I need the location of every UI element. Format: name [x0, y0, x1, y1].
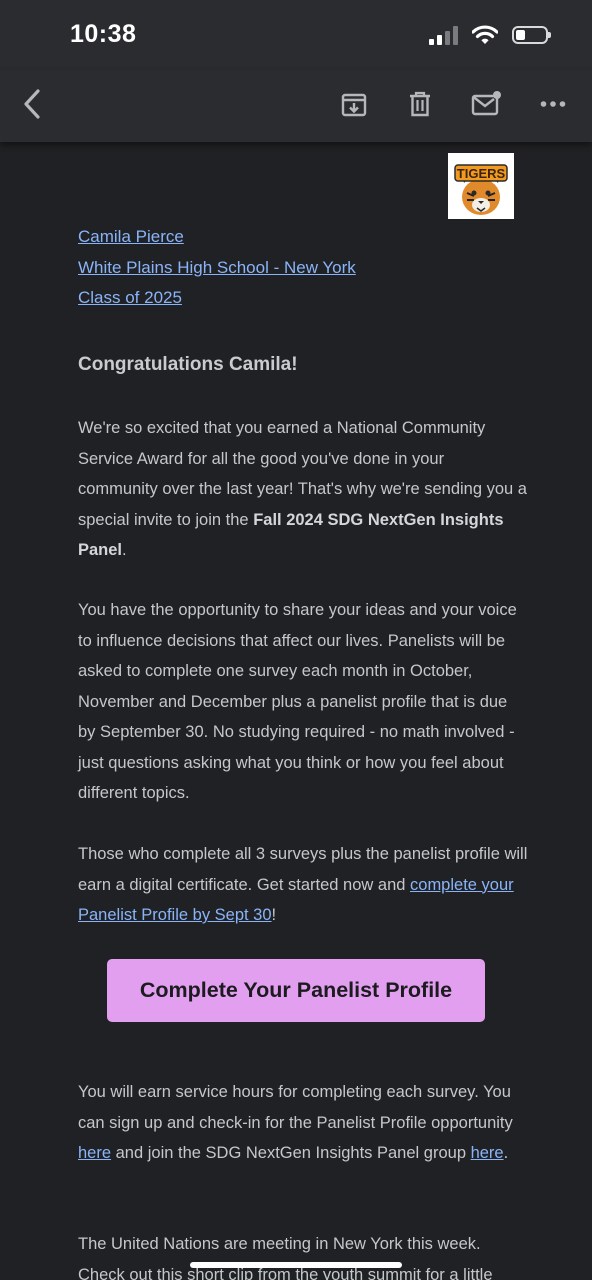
- archive-icon: [341, 93, 367, 117]
- recipient-name-link[interactable]: Camila Pierce: [78, 227, 184, 246]
- status-icons: [429, 22, 551, 48]
- cellular-signal-icon: [429, 25, 458, 45]
- more-horizontal-icon: [540, 101, 566, 107]
- email-body: TIGERS Camila Pierce White Plains High S…: [0, 142, 592, 1280]
- greeting-heading: Congratulations Camila!: [78, 354, 298, 375]
- delete-button[interactable]: [400, 84, 440, 124]
- chevron-left-icon: [24, 89, 40, 119]
- signup-here-link[interactable]: here: [78, 1144, 111, 1162]
- paragraph-award: We're so excited that you earned a Natio…: [78, 419, 527, 559]
- school-link[interactable]: White Plains High School - New York: [78, 258, 356, 277]
- recipient-info: Camila Pierce White Plains High School -…: [78, 222, 356, 314]
- group-here-link[interactable]: here: [471, 1144, 504, 1162]
- archive-button[interactable]: [334, 84, 374, 124]
- more-options-button[interactable]: [533, 84, 573, 124]
- paragraph-opportunity: You have the opportunity to share your i…: [78, 601, 517, 802]
- class-year-link[interactable]: Class of 2025: [78, 288, 182, 307]
- school-logo: TIGERS: [448, 153, 514, 219]
- svg-text:TIGERS: TIGERS: [457, 166, 506, 181]
- back-button[interactable]: [12, 84, 52, 124]
- email-toolbar: [0, 70, 592, 142]
- home-indicator[interactable]: [190, 1262, 402, 1268]
- trash-icon: [410, 91, 430, 117]
- wifi-icon: [472, 25, 498, 44]
- battery-icon: [512, 26, 551, 44]
- status-time: 10:38: [70, 20, 137, 48]
- mark-unread-button[interactable]: [466, 84, 506, 124]
- mail-unread-icon: [471, 91, 501, 116]
- status-bar: 10:38: [0, 0, 592, 70]
- complete-profile-button[interactable]: Complete Your Panelist Profile: [107, 959, 485, 1022]
- paragraph-certificate: Those who complete all 3 surveys plus th…: [78, 845, 528, 924]
- paragraph-un-meeting: The United Nations are meeting in New Yo…: [78, 1235, 493, 1280]
- paragraph-service-hours: You will earn service hours for completi…: [78, 1083, 513, 1162]
